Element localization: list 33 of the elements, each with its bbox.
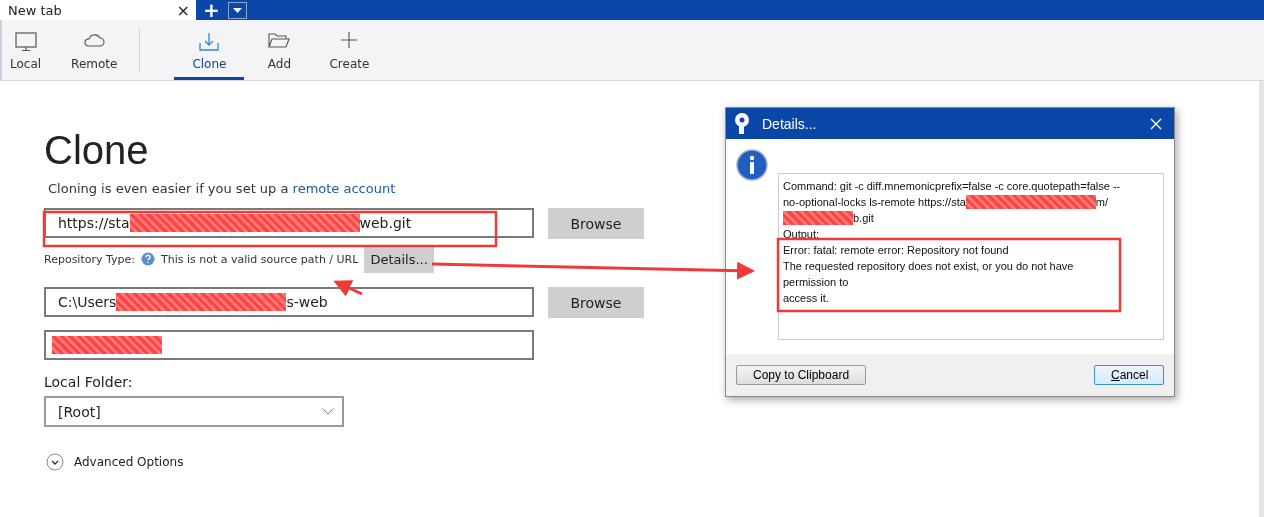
local-folder-select[interactable]: [Root]: [44, 396, 344, 427]
subtitle-text: Cloning is even easier if you set up a: [48, 181, 289, 196]
repo-type-status: This is not a valid source path / URL: [160, 252, 359, 266]
command-line: Command: git -c diff.mnemonicprefix=false -c core.quotepath=false --: [783, 179, 1122, 194]
command-line: m/: [1095, 195, 1109, 210]
dialog-title: Details...: [762, 115, 817, 132]
browse-button[interactable]: Browse: [548, 208, 644, 239]
error-line: access it.: [783, 291, 830, 306]
browse-button[interactable]: Browse: [548, 287, 644, 318]
advanced-options-toggle[interactable]: Advanced Options: [44, 453, 184, 471]
error-line: The requested repository does not exist, or you do not have: [783, 259, 1075, 274]
toolbar-button[interactable]: Clone: [174, 20, 245, 80]
cancel-button[interactable]: Cancel: [1094, 365, 1164, 385]
output-label: Output:: [783, 227, 821, 242]
command-line: b.git: [853, 211, 874, 226]
error-line: permission to: [783, 275, 850, 290]
copy-to-clipboard-button[interactable]: Copy to Clipboard: [736, 365, 867, 385]
details-button[interactable]: Details...: [364, 245, 434, 273]
repo-type-label: Repository Type:: [44, 252, 135, 266]
path-field[interactable]: C:\Users s-web: [44, 287, 534, 317]
url-field[interactable]: https://sta web.git: [44, 208, 534, 238]
page-title: Clone: [44, 127, 149, 174]
toolbar-button[interactable]: Local: [10, 20, 42, 80]
toolbar-button[interactable]: Create: [314, 20, 385, 80]
toolbar-button[interactable]: Add: [244, 20, 315, 80]
command-line: no-optional-locks ls-remote https://sta: [783, 195, 966, 210]
remote-account-link[interactable]: remote account: [292, 181, 396, 196]
toolbar-button[interactable]: Remote: [71, 20, 118, 80]
local-folder-label: Local Folder:: [44, 374, 133, 390]
tab-title: New tab: [8, 2, 62, 18]
close-icon[interactable]: ×: [176, 0, 190, 20]
new-tab-button[interactable]: +: [199, 1, 224, 19]
error-line: Error: fatal: remote error: Repository not found: [783, 243, 1010, 258]
